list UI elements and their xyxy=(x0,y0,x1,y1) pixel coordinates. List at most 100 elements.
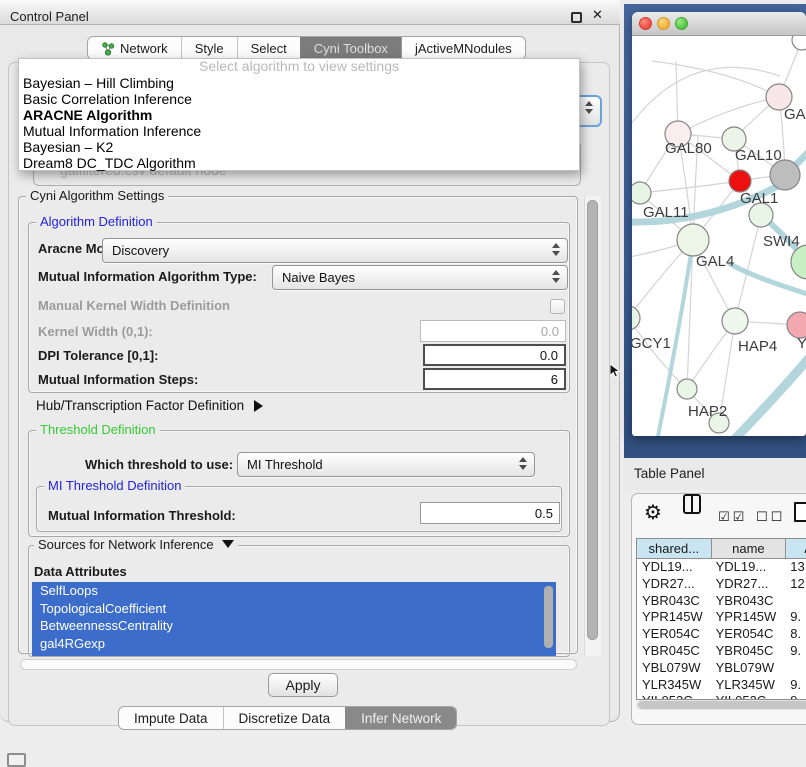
tab-impute-data[interactable]: Impute Data xyxy=(119,707,223,729)
tab-network[interactable]: Network xyxy=(88,37,181,59)
table-row[interactable]: YBL079WYBL079W xyxy=(637,660,806,677)
table-cell: 9. xyxy=(785,643,806,660)
network-edge-thick xyxy=(730,352,806,436)
settings-scrollbar-thumb[interactable] xyxy=(587,200,598,640)
table-cell: YBL079W xyxy=(637,660,711,677)
tab-select[interactable]: Select xyxy=(237,37,300,59)
document-icon[interactable] xyxy=(794,502,806,522)
node-hap2[interactable] xyxy=(677,379,697,399)
sources-title[interactable]: Sources for Network Inference xyxy=(34,538,238,552)
node-label-gal4: GAL4 xyxy=(696,253,734,270)
tab-cyni-toolbox[interactable]: Cyni Toolbox xyxy=(300,37,401,59)
settings-hscrollbar-track[interactable] xyxy=(20,659,577,670)
attribute-item-gal4rgexp[interactable]: gal4RGexp xyxy=(32,635,556,653)
column-header-shared[interactable]: shared... xyxy=(637,539,711,558)
table-row[interactable]: YBR043CYBR043C xyxy=(637,593,806,610)
table-cell: YDL19... xyxy=(711,559,786,576)
table-row[interactable]: YER054CYER054C8. xyxy=(637,626,806,643)
column-header-a[interactable]: A xyxy=(785,539,806,558)
table-hscrollbar-track[interactable] xyxy=(636,700,806,710)
tab-infer-network[interactable]: Infer Network xyxy=(345,707,456,729)
mac-minimize-icon[interactable] xyxy=(657,17,670,30)
table-row[interactable]: YDL19...YDL19...13 xyxy=(637,559,806,576)
float-window-icon[interactable] xyxy=(571,12,582,23)
attribute-item-topologicalcoefficient[interactable]: TopologicalCoefficient xyxy=(32,600,556,618)
node-label-gal: GAL xyxy=(784,106,806,123)
table-hscrollbar-thumb[interactable] xyxy=(638,701,806,709)
control-panel-titlebar xyxy=(0,0,620,25)
node-hap4[interactable] xyxy=(722,308,748,334)
aracne-mode-select[interactable]: Discovery xyxy=(102,238,568,263)
node-label-gal1: GAL1 xyxy=(740,190,778,207)
table-cell: 9. xyxy=(785,693,806,700)
node-gal4[interactable] xyxy=(677,224,709,256)
mi-steps-input[interactable] xyxy=(423,368,566,390)
threshold-definition-title: Threshold Definition xyxy=(36,423,160,437)
table-cell: 13 xyxy=(785,559,806,576)
stepper-icon xyxy=(552,270,560,283)
columns-icon[interactable] xyxy=(683,494,701,514)
node-gal1-red[interactable] xyxy=(729,170,751,192)
deselect-all-checks-icon[interactable]: ☐☐ xyxy=(756,510,785,525)
dropdown-items: Bayesian – Hill ClimbingBasic Correlatio… xyxy=(19,75,579,172)
node-gray[interactable] xyxy=(770,160,800,190)
dropdown-item-dream8-dc-tdc-algorithm[interactable]: Dream8 DC_TDC Algorithm xyxy=(19,155,579,171)
node-partial-top[interactable] xyxy=(792,36,806,50)
mac-close-icon[interactable] xyxy=(639,17,652,30)
select-all-checks-icon[interactable]: ☑☑ xyxy=(718,510,747,525)
docked-panel-icon[interactable] xyxy=(7,753,26,767)
algorithm-definition-title: Algorithm Definition xyxy=(36,215,157,229)
node-big-green[interactable] xyxy=(791,245,806,279)
gear-icon[interactable]: ⚙ xyxy=(644,500,662,524)
attribute-item-selfloops[interactable]: SelfLoops xyxy=(32,582,556,600)
which-threshold-select[interactable]: MI Threshold xyxy=(237,452,535,477)
table-row[interactable]: YIL052CYIL052C9. xyxy=(637,693,806,700)
tab-label: jActiveMNodules xyxy=(415,41,512,56)
stepper-icon xyxy=(519,457,527,470)
table-cell: 12 xyxy=(785,576,806,593)
table-cell: YPR145W xyxy=(637,609,711,626)
dropdown-item-basic-correlation-inference[interactable]: Basic Correlation Inference xyxy=(19,91,579,107)
dropdown-item-mutual-information-inference[interactable]: Mutual Information Inference xyxy=(19,123,579,139)
tab-label: Style xyxy=(195,41,224,56)
hub-definition-expander[interactable]: Hub/Transcription Factor Definition xyxy=(36,398,263,413)
mi-threshold-input[interactable] xyxy=(420,502,560,524)
tab-discretize-data[interactable]: Discretize Data xyxy=(223,707,346,729)
dropdown-item-bayesian-hill-climbing[interactable]: Bayesian – Hill Climbing xyxy=(19,75,579,91)
table-cell: YBR045C xyxy=(711,643,786,660)
which-threshold-label: Which threshold to use: xyxy=(85,457,233,472)
close-icon[interactable]: ✕ xyxy=(592,8,603,23)
list-scrollbar[interactable] xyxy=(544,586,553,648)
mi-type-select[interactable]: Naive Bayes xyxy=(272,265,568,290)
mi-threshold-title: MI Threshold Definition xyxy=(44,479,185,493)
network-graph[interactable]: GALGAL80GAL10GAL1SWI4GAL11GAL4GCY1HAP4YH… xyxy=(632,36,806,436)
table-cell: YBR043C xyxy=(637,593,711,610)
table-cell xyxy=(785,660,806,677)
tab-jactivemnodules[interactable]: jActiveMNodules xyxy=(401,37,525,59)
tab-style[interactable]: Style xyxy=(181,37,237,59)
cyni-mode-tabs: Impute DataDiscretize DataInfer Network xyxy=(118,706,457,730)
node-gcy1[interactable] xyxy=(632,306,640,330)
dropdown-item-aracne-algorithm[interactable]: ARACNE Algorithm xyxy=(19,107,579,123)
column-header-name[interactable]: name xyxy=(711,539,786,558)
table-row[interactable]: YPR145WYPR145W9. xyxy=(637,609,806,626)
expand-right-icon xyxy=(254,400,263,412)
kernel-width-input[interactable] xyxy=(420,320,566,342)
apply-button[interactable]: Apply xyxy=(268,673,338,697)
table-row[interactable]: YLR345WYLR345W9. xyxy=(637,677,806,694)
attribute-item-betweennesscentrality[interactable]: BetweennessCentrality xyxy=(32,617,556,635)
panel-title: Control Panel xyxy=(10,9,89,24)
table-cell: 8. xyxy=(785,626,806,643)
dropdown-item-bayesian-k2[interactable]: Bayesian – K2 xyxy=(19,139,579,155)
mac-zoom-icon[interactable] xyxy=(675,17,688,30)
table-row[interactable]: YDR27...YDR27...12 xyxy=(637,576,806,593)
node-label-gal11: GAL11 xyxy=(643,204,689,221)
network-view-window[interactable]: GALGAL80GAL10GAL1SWI4GAL11GAL4GCY1HAP4YH… xyxy=(632,12,806,436)
manual-kernel-checkbox[interactable] xyxy=(550,299,565,314)
which-threshold-value: MI Threshold xyxy=(247,457,323,472)
table-cell: YER054C xyxy=(637,626,711,643)
table-row[interactable]: YBR045CYBR045C9. xyxy=(637,643,806,660)
node-label-gal10: GAL10 xyxy=(735,147,782,164)
node-gal11[interactable] xyxy=(632,182,651,204)
dpi-tolerance-input[interactable] xyxy=(423,344,566,366)
